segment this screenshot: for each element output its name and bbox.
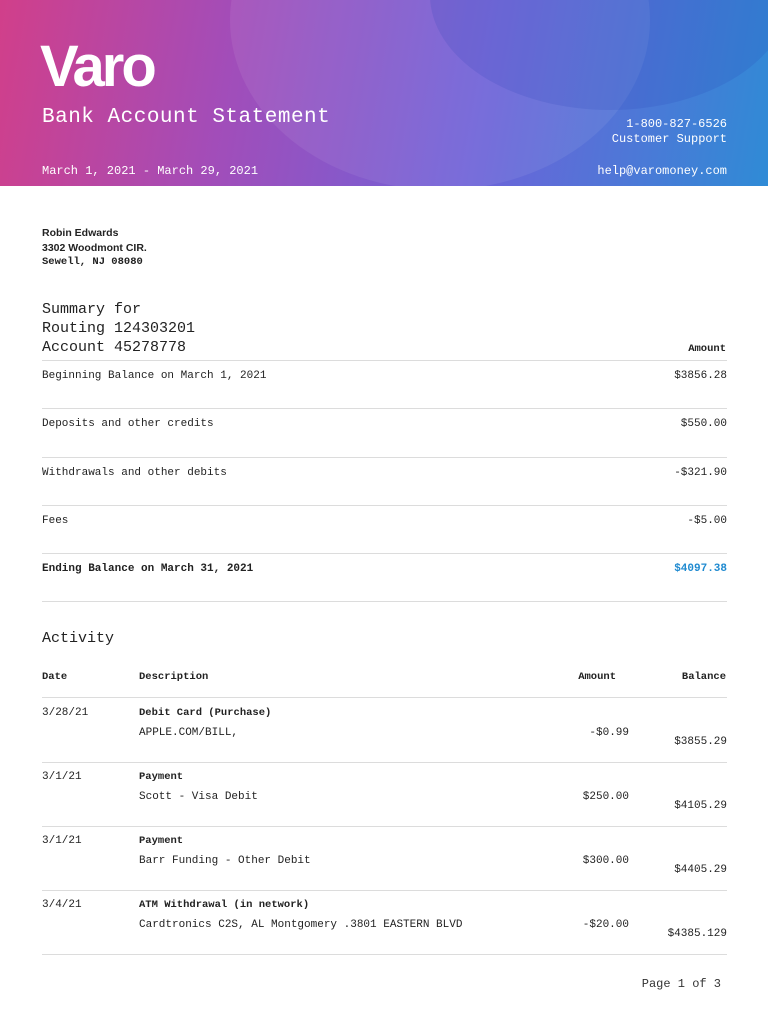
support-label: Customer Support [611,132,727,146]
column-header-balance: Balance [681,671,726,683]
summary-row-value: -$5.00 [687,515,727,527]
customer-street: 3302 Woodmont CIR. [42,241,147,254]
column-header-description: Description [139,671,209,683]
transaction-amount: $300.00 [582,855,629,867]
activity-title: Activity [42,630,115,647]
routing-number: Routing 124303201 [42,320,196,337]
summary-row-label: Beginning Balance on March 1, 2021 [42,370,267,382]
summary-row-label: Withdrawals and other debits [42,467,227,479]
statement-period: March 1, 2021 - March 29, 2021 [42,164,259,178]
transaction-type: ATM Withdrawal (in network) [139,899,310,911]
transaction-row: 3/1/21 Payment Scott - Visa Debit $250.0… [42,762,727,827]
account-number: Account 45278778 [42,339,187,356]
customer-city: Sewell, NJ 08080 [42,256,143,268]
transaction-description: Barr Funding - Other Debit [139,855,311,867]
transaction-amount: $250.00 [582,791,629,803]
support-email[interactable]: help@varomoney.com [597,164,727,178]
transaction-type: Payment [139,835,184,847]
ending-balance-value: $4097.38 [674,563,727,575]
transaction-balance: $3855.29 [674,736,727,748]
transaction-description: Scott - Visa Debit [139,791,258,803]
transaction-date: 3/1/21 [42,771,82,783]
summary-row: Fees -$5.00 [42,505,727,554]
customer-name: Robin Edwards [42,227,119,239]
transaction-date: 3/28/21 [42,707,89,719]
summary-row-label: Deposits and other credits [42,418,214,430]
summary-row-value: -$321.90 [674,467,727,479]
transaction-description: Cardtronics C2S, AL Montgomery .3801 EAS… [139,919,463,931]
summary-amount-header: Amount [688,343,726,355]
transaction-type: Debit Card (Purchase) [139,707,272,719]
column-header-date: Date [42,671,68,683]
varo-logo: Varo [40,34,157,99]
divider [42,601,727,602]
ending-balance-label: Ending Balance on March 31, 2021 [42,563,254,575]
customer-address: Robin Edwards 3302 Woodmont CIR. Sewell,… [42,226,147,270]
summary-row: Beginning Balance on March 1, 2021 $3856… [42,360,727,409]
transaction-balance: $4385.129 [667,928,727,940]
summary-row: Withdrawals and other debits -$321.90 [42,457,727,506]
transaction-type: Payment [139,771,184,783]
transaction-date: 3/1/21 [42,835,82,847]
summary-row-value: $3856.28 [674,370,727,382]
transaction-row: 3/1/21 Payment Barr Funding - Other Debi… [42,826,727,891]
column-header-amount: Amount [578,671,616,683]
transaction-description: APPLE.COM/BILL, [139,727,239,739]
ending-balance-row: Ending Balance on March 31, 2021 $4097.3… [42,553,727,602]
transaction-row: 3/4/21 ATM Withdrawal (in network) Cardt… [42,890,727,955]
page-number: Page 1 of 3 [641,977,721,991]
summary-row-value: $550.00 [680,418,727,430]
statement-title: Bank Account Statement [42,106,331,129]
transaction-balance: $4105.29 [674,800,727,812]
transaction-amount: -$20.00 [582,919,629,931]
transaction-row: 3/28/21 Debit Card (Purchase) APPLE.COM/… [42,698,727,763]
statement-header: Varo Bank Account Statement March 1, 202… [0,0,768,186]
summary-row: Deposits and other credits $550.00 [42,408,727,457]
transaction-amount: -$0.99 [589,727,629,739]
summary-row-label: Fees [42,515,69,527]
summary-title: Summary for Routing 124303201 Account 45… [42,300,195,357]
support-phone: 1-800-827-6526 [626,117,727,131]
transaction-balance: $4405.29 [674,864,727,876]
transaction-date: 3/4/21 [42,899,82,911]
summary-heading: Summary for [42,301,142,318]
